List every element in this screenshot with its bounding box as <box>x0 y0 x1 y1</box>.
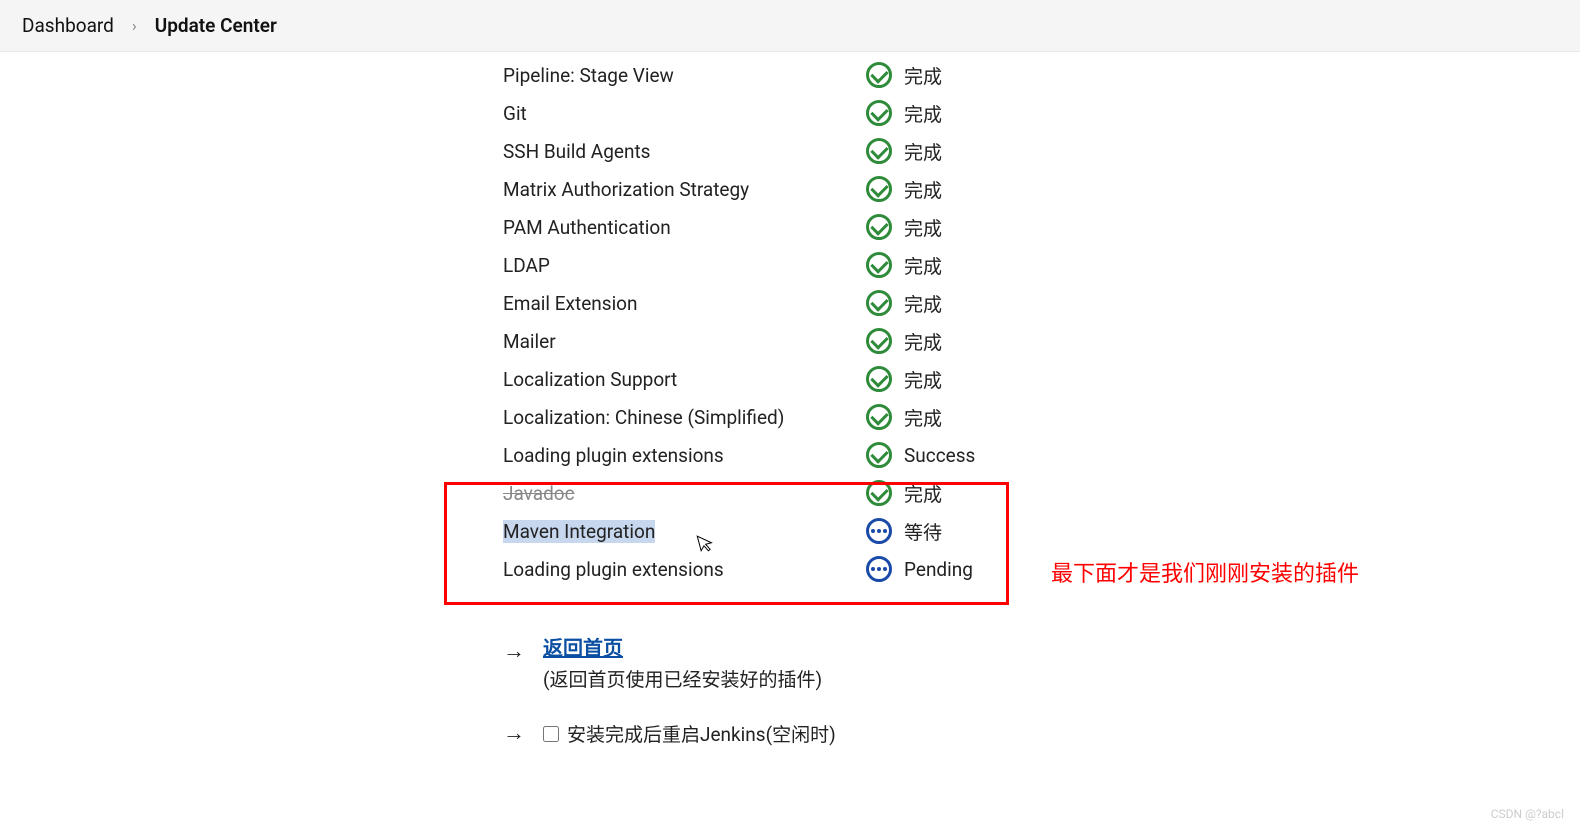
arrow-right-icon: → <box>503 720 525 746</box>
plugin-name: LDAP <box>503 254 550 277</box>
plugin-name: Mailer <box>503 330 556 353</box>
plugin-row: Localization: Chinese (Simplified) 完成 <box>0 398 1580 436</box>
check-circle-icon <box>866 176 892 202</box>
restart-label: 安装完成后重启Jenkins(空闲时) <box>567 720 836 747</box>
plugin-name: PAM Authentication <box>503 216 671 239</box>
plugin-row: Matrix Authorization Strategy 完成 <box>0 170 1580 208</box>
plugin-name: Maven Integration <box>503 520 655 543</box>
plugin-row: SSH Build Agents 完成 <box>0 132 1580 170</box>
plugin-row: PAM Authentication 完成 <box>0 208 1580 246</box>
plugin-status: 等待 <box>904 518 942 545</box>
plugin-status: 完成 <box>904 252 942 279</box>
plugin-row: Pipeline: Stage View 完成 <box>0 56 1580 94</box>
check-circle-icon <box>866 138 892 164</box>
watermark: CSDN @?abcl <box>1491 807 1564 821</box>
annotation-text: 最下面才是我们刚刚安装的插件 <box>1051 556 1359 588</box>
plugin-row: Javadoc 完成 <box>0 474 1580 512</box>
back-home-link[interactable]: 返回首页 <box>543 632 822 661</box>
plugin-name: Loading plugin extensions <box>503 558 724 581</box>
breadcrumb: Dashboard › Update Center <box>0 0 1580 52</box>
plugin-status: 完成 <box>904 366 942 393</box>
breadcrumb-dashboard[interactable]: Dashboard <box>22 14 114 37</box>
plugin-row: Loading plugin extensions Success <box>0 436 1580 474</box>
check-circle-icon <box>866 290 892 316</box>
plugin-name: Pipeline: Stage View <box>503 64 674 87</box>
plugin-name: Git <box>503 102 527 125</box>
arrow-right-icon: → <box>503 638 525 664</box>
check-circle-icon <box>866 328 892 354</box>
plugin-status: 完成 <box>904 404 942 431</box>
plugin-name: Localization Support <box>503 368 677 391</box>
check-circle-icon <box>866 404 892 430</box>
plugin-row: LDAP 完成 <box>0 246 1580 284</box>
plugin-row: Localization Support 完成 <box>0 360 1580 398</box>
plugin-list: Pipeline: Stage View完成Git完成SSH Build Age… <box>0 56 1580 588</box>
main-content: Pipeline: Stage View完成Git完成SSH Build Age… <box>0 52 1580 750</box>
pending-icon <box>866 556 892 582</box>
plugin-status: 完成 <box>904 138 942 165</box>
plugin-status: 完成 <box>904 62 942 89</box>
restart-checkbox[interactable] <box>543 726 559 742</box>
plugin-name: Matrix Authorization Strategy <box>503 178 749 201</box>
breadcrumb-update-center[interactable]: Update Center <box>155 14 277 37</box>
check-circle-icon <box>866 366 892 392</box>
plugin-name: SSH Build Agents <box>503 140 650 163</box>
plugin-row: Mailer 完成 <box>0 322 1580 360</box>
pending-icon <box>866 518 892 544</box>
plugin-row: Maven Integration 等待 <box>0 512 1580 550</box>
plugin-row: Email Extension 完成 <box>0 284 1580 322</box>
plugin-status: 完成 <box>904 100 942 127</box>
plugin-status: 完成 <box>904 214 942 241</box>
plugin-status: 完成 <box>904 176 942 203</box>
plugin-name: Javadoc <box>503 482 575 505</box>
footer-actions: → 返回首页 (返回首页使用已经安装好的插件) → 安装完成后重启Jenkins… <box>0 632 1580 750</box>
check-circle-icon <box>866 100 892 126</box>
check-circle-icon <box>866 214 892 240</box>
plugin-row: Git 完成 <box>0 94 1580 132</box>
chevron-right-icon: › <box>132 16 137 35</box>
plugin-status: 完成 <box>904 328 942 355</box>
plugin-status: 完成 <box>904 480 942 507</box>
plugin-name: Loading plugin extensions <box>503 444 724 467</box>
plugin-status: Success <box>904 444 975 467</box>
back-home-desc: (返回首页使用已经安装好的插件) <box>543 665 822 692</box>
plugin-status: Pending <box>904 558 973 581</box>
check-circle-icon <box>866 442 892 468</box>
plugin-name: Email Extension <box>503 292 638 315</box>
check-circle-icon <box>866 480 892 506</box>
check-circle-icon <box>866 252 892 278</box>
plugin-status: 完成 <box>904 290 942 317</box>
check-circle-icon <box>866 62 892 88</box>
plugin-name: Localization: Chinese (Simplified) <box>503 406 784 429</box>
